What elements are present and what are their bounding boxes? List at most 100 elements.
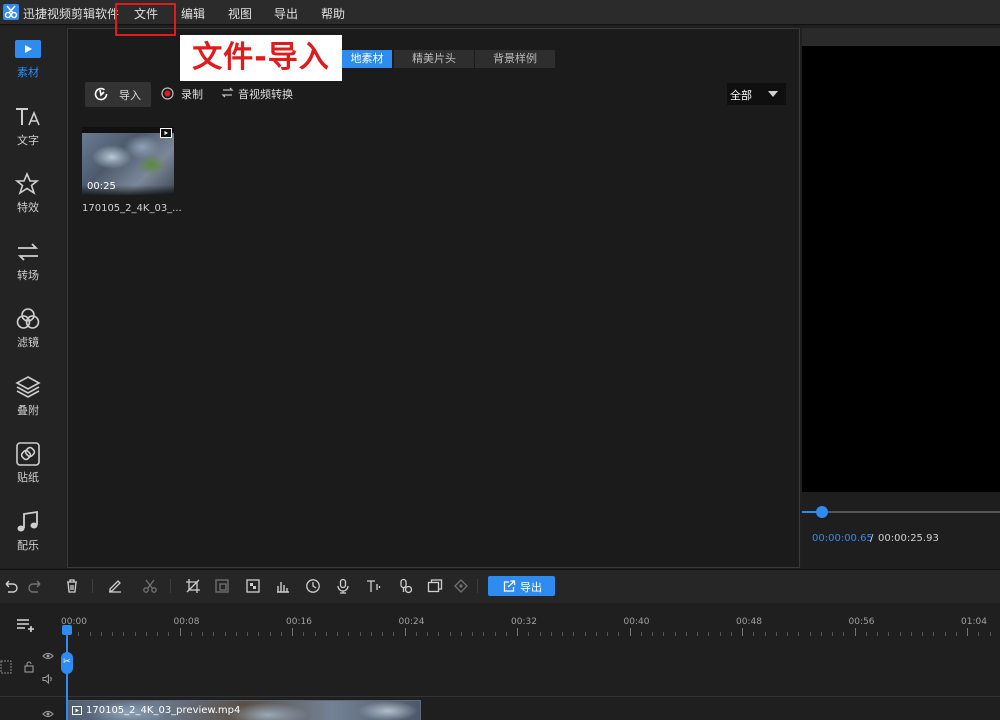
text-to-speech-icon[interactable]: [366, 578, 382, 594]
ruler-tick: [89, 632, 91, 636]
ruler-tick: [685, 632, 687, 636]
track-controls-video: [0, 648, 56, 688]
media-duration: 00:25: [87, 181, 116, 192]
ruler-tick: [449, 632, 451, 636]
lock-icon[interactable]: [23, 661, 35, 673]
import-label: 导入: [119, 89, 141, 102]
sidebar-item-label: 转场: [17, 269, 39, 282]
speed-clock-icon[interactable]: [305, 578, 321, 594]
split-marker[interactable]: ✂: [61, 652, 73, 674]
progress-knob[interactable]: [815, 506, 828, 518]
undo-icon[interactable]: [2, 578, 18, 594]
tab-local-media[interactable]: 地素材: [342, 50, 392, 68]
media-filename: 170105_2_4K_03_...: [82, 203, 182, 214]
audio-icon[interactable]: [275, 578, 291, 594]
tab-backgrounds[interactable]: 背景样例: [475, 50, 555, 68]
ruler-tick: [652, 632, 653, 636]
ruler-tick: [775, 632, 777, 636]
ruler-tick: [787, 632, 788, 636]
menu-edit[interactable]: 编辑: [181, 5, 205, 22]
tab-intros[interactable]: 精美片头: [394, 50, 474, 68]
ruler-tick: [607, 632, 608, 636]
crop-icon[interactable]: [185, 578, 201, 594]
menu-view[interactable]: 视图: [228, 5, 252, 22]
ruler-tick-label: 00:08: [173, 617, 200, 627]
playhead-handle[interactable]: [62, 625, 72, 635]
ruler-tick: [944, 632, 946, 636]
ruler-tick: [179, 628, 181, 636]
video-clip[interactable]: 170105_2_4K_03_preview.mp4: [67, 700, 421, 720]
sidebar-item-text[interactable]: 文字: [0, 96, 56, 158]
freeze-icon[interactable]: [214, 578, 230, 594]
ruler-tick: [663, 632, 665, 636]
av-convert-label: 音视频转换: [238, 88, 293, 101]
eye-icon[interactable]: [42, 709, 54, 719]
import-button[interactable]: 导入: [85, 82, 151, 107]
voiceover-mic-icon[interactable]: [335, 578, 351, 594]
ruler-tick: [438, 632, 440, 636]
ruler-tick: [989, 632, 991, 636]
ruler-tick: [618, 632, 620, 636]
sticker-icon: [16, 442, 40, 466]
delete-icon[interactable]: [64, 578, 80, 594]
ruler-tick: [539, 632, 541, 636]
edit-icon[interactable]: [107, 578, 123, 594]
preview-controls: 00:00:00.65 / 00:00:25.93: [802, 492, 1000, 568]
ruler-tick: [865, 632, 867, 636]
sidebar-item-label: 文字: [17, 134, 39, 147]
ruler-tick: [460, 632, 462, 636]
track-select-icon[interactable]: [0, 660, 12, 674]
ruler-tick: [753, 632, 755, 636]
redo-icon[interactable]: [28, 578, 44, 594]
ruler-tick: [505, 632, 507, 636]
volume-icon[interactable]: [42, 674, 54, 684]
ruler-tick: [224, 632, 226, 636]
ruler-tick: [168, 632, 170, 636]
ruler-tick: [697, 632, 698, 636]
ruler-tick: [832, 632, 833, 636]
import-icon: [94, 87, 108, 101]
timeline-ruler[interactable]: 00:00 00:08 00:16 00:24 00:32 00:40 00:48 00:56…: [57, 614, 1000, 636]
voice-change-icon[interactable]: [397, 578, 413, 594]
ruler-tick: [393, 632, 395, 636]
ruler-tick: [382, 632, 383, 636]
ruler-tick: [854, 628, 856, 636]
ruler-tick-label: 00:56: [848, 617, 875, 627]
convert-arrows-icon: [221, 87, 234, 98]
mosaic-icon[interactable]: [245, 578, 261, 594]
ruler-tick: [157, 632, 158, 636]
record-label: 录制: [181, 88, 203, 101]
eye-icon[interactable]: [42, 651, 54, 661]
playhead-line: [66, 630, 68, 720]
ruler-tick: [528, 632, 530, 636]
media-thumbnail[interactable]: 00:25: [82, 127, 174, 195]
current-time: 00:00:00.65: [812, 533, 873, 544]
sidebar-item-overlay[interactable]: 叠附: [0, 366, 56, 428]
ruler-tick: [213, 632, 215, 636]
menu-export[interactable]: 导出: [274, 5, 298, 22]
total-time: 00:00:25.93: [878, 533, 939, 544]
export-button[interactable]: 导出: [488, 576, 555, 596]
cut-icon[interactable]: [142, 578, 158, 594]
media-filter-select[interactable]: 全部: [727, 83, 786, 105]
sidebar-item-sticker[interactable]: 贴纸: [0, 433, 56, 495]
sidebar-item-music[interactable]: 配乐: [0, 501, 56, 563]
record-button[interactable]: 录制: [161, 87, 203, 103]
preview-progress-bar[interactable]: [802, 506, 1000, 518]
keyframe-icon[interactable]: [453, 578, 469, 594]
sidebar-item-filter[interactable]: 滤镜: [0, 298, 56, 360]
av-convert-button[interactable]: 音视频转换: [221, 86, 293, 102]
sidebar-item-label: 配乐: [17, 539, 39, 552]
ruler-tick: [955, 632, 957, 636]
sidebar-item-transition[interactable]: 转场: [0, 231, 56, 293]
sidebar-item-effects[interactable]: 特效: [0, 163, 56, 225]
picture-in-picture-icon[interactable]: [427, 578, 443, 594]
sidebar-item-label: 贴纸: [17, 471, 39, 484]
ruler-tick: [888, 632, 890, 636]
sidebar-item-media[interactable]: 素材: [0, 28, 56, 90]
video-clip-icon: [72, 706, 82, 715]
ruler-tick: [967, 628, 968, 636]
ruler-tick: [494, 632, 496, 636]
menu-help[interactable]: 帮助: [321, 5, 345, 22]
add-track-icon[interactable]: [16, 618, 36, 632]
